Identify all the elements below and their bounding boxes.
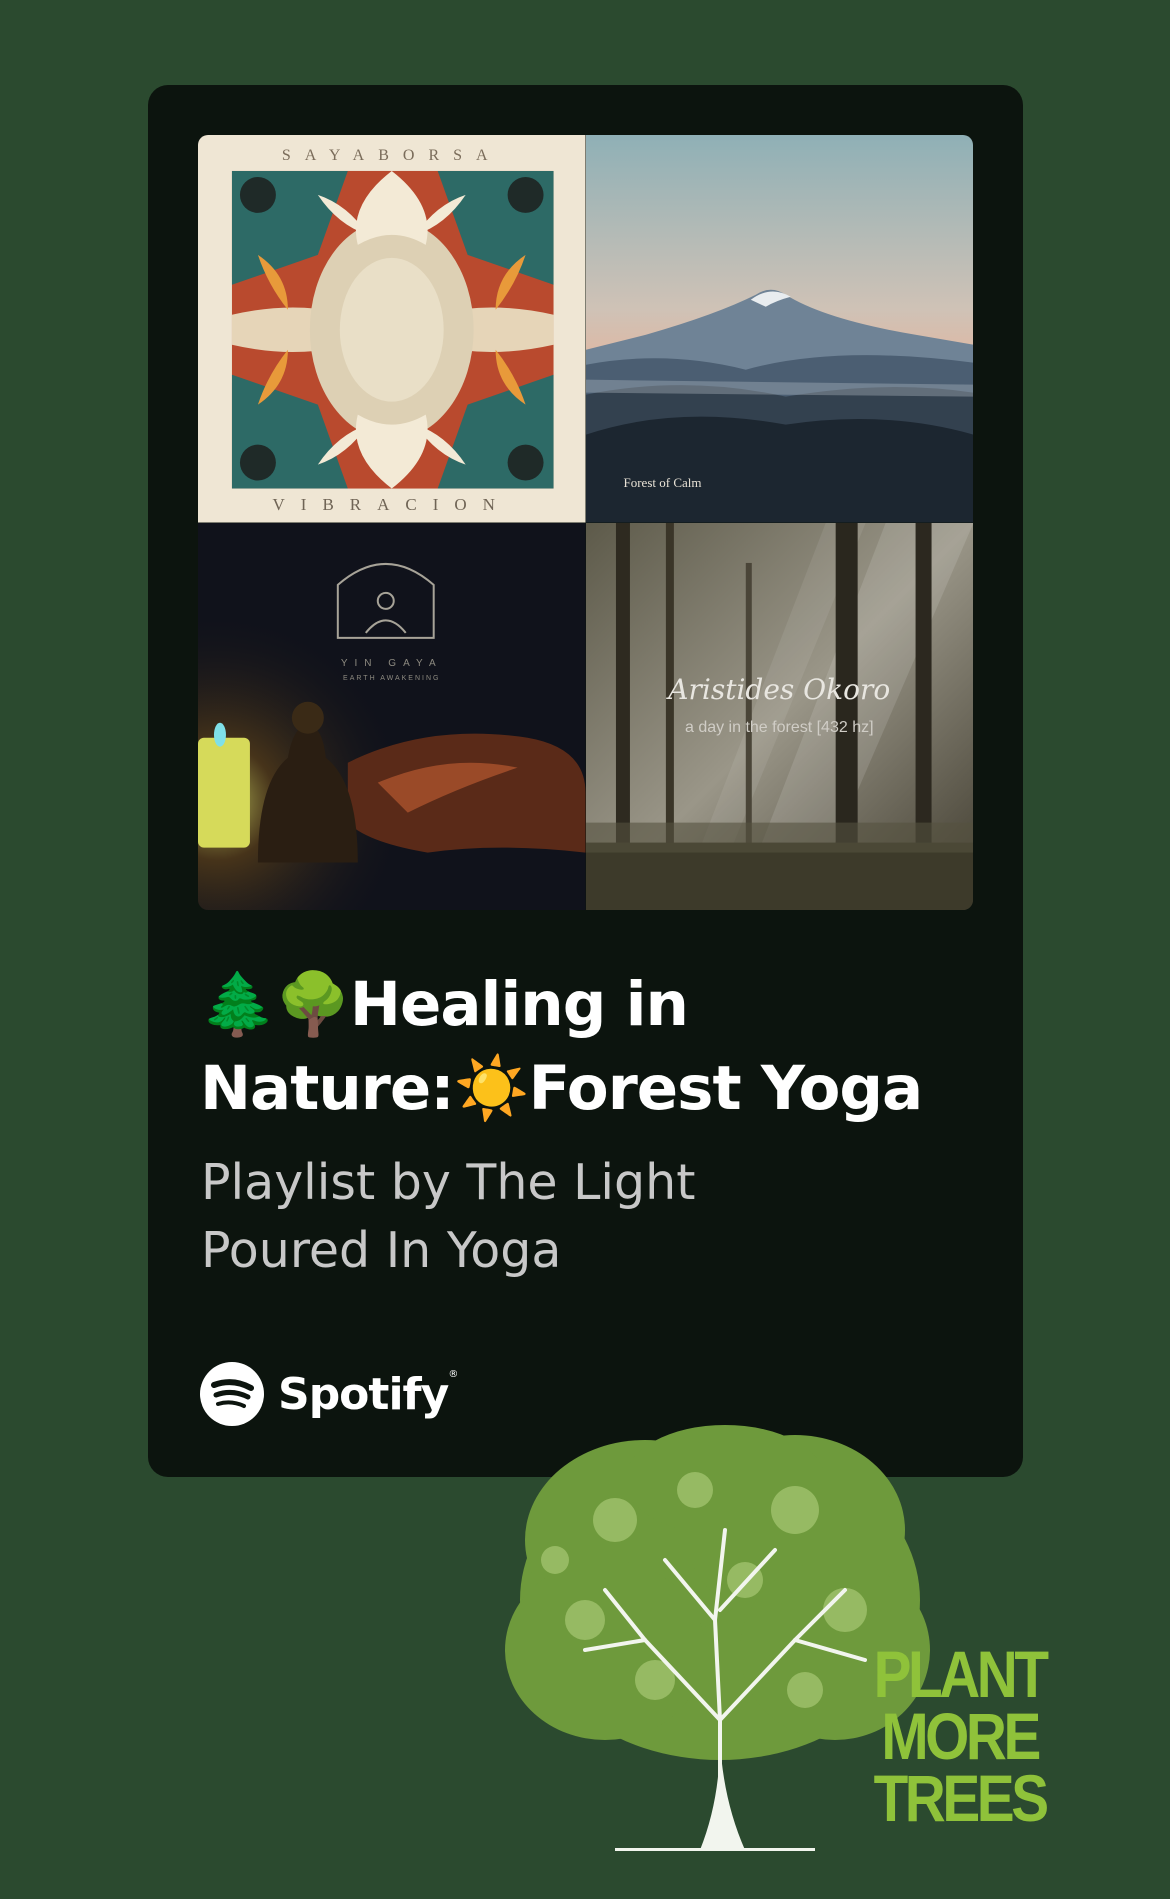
album-cover-forest-of-calm[interactable]: Forest of Calm (585, 135, 973, 523)
deciduous-tree-emoji: 🌳 (274, 969, 351, 1040)
cover-title-text: Forest of Calm (623, 474, 702, 490)
evergreen-emoji: 🌲 (200, 969, 276, 1040)
mountain-artwork (585, 135, 973, 523)
candle-buddha-artwork (198, 522, 586, 910)
title-line-1: Healing in (349, 969, 689, 1040)
playlist-cover-mosaic: SAYABORSA VIBRACION Forest of Calm YIN G… (198, 135, 973, 910)
promo-line-3: TREES (873, 1761, 1049, 1835)
cover-title-text: a day in the forest [432 hz] (684, 718, 874, 736)
spotify-logo-link[interactable]: Spotify® (200, 1360, 458, 1428)
title-line-2b: Forest Yoga (528, 1053, 924, 1124)
sun-emoji: ☀️ (453, 1053, 530, 1124)
cover-title-text: VIBRACION (272, 494, 511, 514)
cover-artist-text: Aristides Okoro (668, 672, 891, 706)
plant-more-trees-text: PLANT MORE TREES (865, 1641, 1054, 1831)
playlist-title[interactable]: 🌲🌳Healing in Nature:☀️Forest Yoga (200, 963, 960, 1131)
album-cover-day-in-the-forest[interactable]: Aristides Okoro a day in the forest [432… (585, 522, 973, 910)
trademark-symbol: ® (448, 1368, 458, 1380)
playlist-owner: Playlist by The Light Poured In Yoga (201, 1149, 801, 1285)
album-cover-vibracion[interactable]: SAYABORSA VIBRACION (198, 135, 586, 523)
subtitle-line-1: Playlist by The Light (201, 1154, 696, 1211)
playlist-share-card[interactable]: SAYABORSA VIBRACION Forest of Calm YIN G… (148, 85, 1023, 1477)
mandala-artwork (198, 135, 586, 523)
spotify-wordmark-text: Spotify (278, 1368, 449, 1420)
misty-forest-artwork (585, 522, 973, 910)
cover-artist-text: SAYABORSA (281, 147, 502, 164)
subtitle-line-2: Poured In Yoga (201, 1222, 562, 1279)
spotify-icon (200, 1362, 264, 1426)
spotify-wordmark: Spotify® (278, 1368, 458, 1420)
title-line-2a: Nature: (200, 1053, 455, 1124)
album-cover-earth-awakening[interactable]: YIN GAYA EARTH AWAKENING (198, 522, 586, 910)
cover-artist-text: YIN GAYA (340, 657, 443, 669)
cover-title-text: EARTH AWAKENING (343, 674, 441, 682)
